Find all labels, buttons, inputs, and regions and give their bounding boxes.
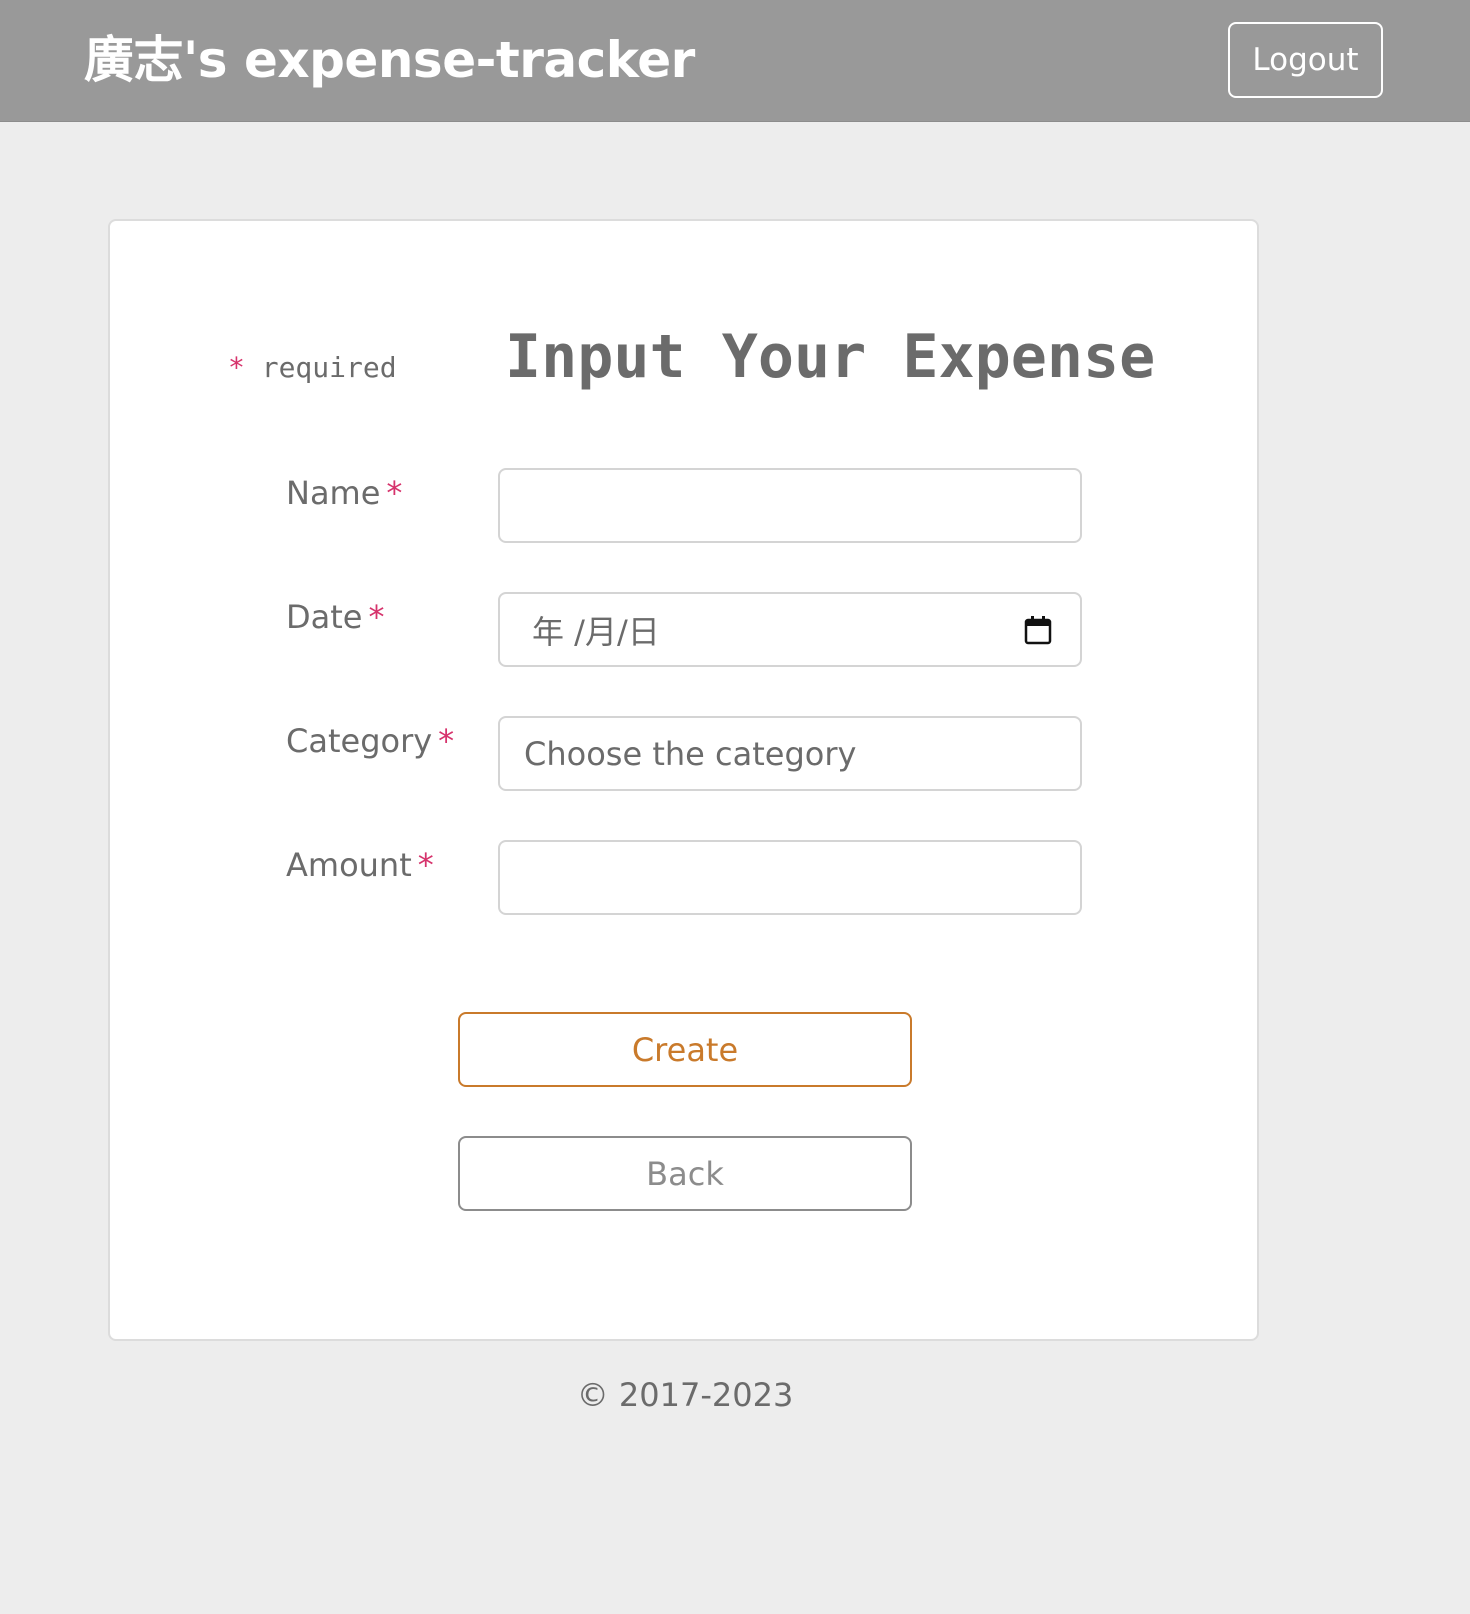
- name-required-mark: *: [386, 474, 403, 512]
- amount-label: Amount *: [286, 845, 434, 885]
- category-select[interactable]: Choose the category: [498, 716, 1082, 791]
- category-label-text: Category: [286, 722, 433, 760]
- required-note: * required: [228, 351, 397, 384]
- name-label: Name *: [286, 473, 402, 513]
- date-label-text: Date: [286, 598, 363, 636]
- form-title: Input Your Expense: [505, 322, 1156, 392]
- category-required-mark: *: [438, 722, 455, 760]
- required-text: required: [261, 351, 397, 384]
- category-label: Category *: [286, 721, 454, 761]
- logout-button[interactable]: Logout: [1228, 22, 1383, 98]
- calendar-icon-glyph: [1024, 615, 1052, 644]
- expense-form-card: * required Input Your Expense Name * Date…: [108, 219, 1259, 1341]
- amount-label-text: Amount: [286, 846, 412, 884]
- name-input[interactable]: [498, 468, 1082, 543]
- required-star: *: [228, 351, 245, 384]
- create-button[interactable]: Create: [458, 1012, 912, 1087]
- calendar-icon[interactable]: [1024, 615, 1052, 645]
- back-button[interactable]: Back: [458, 1136, 912, 1211]
- navbar: 廣志's expense-tracker Logout: [0, 0, 1470, 122]
- category-select-value: Choose the category: [524, 734, 857, 773]
- date-input-value: 年 /月/日: [532, 612, 660, 651]
- date-label: Date *: [286, 597, 384, 637]
- amount-required-mark: *: [417, 846, 434, 884]
- footer-copyright: © 2017-2023: [576, 1376, 794, 1414]
- date-input[interactable]: 年 /月/日: [498, 592, 1082, 667]
- brand-title[interactable]: 廣志's expense-tracker: [84, 28, 695, 92]
- amount-input[interactable]: [498, 840, 1082, 915]
- name-label-text: Name: [286, 474, 381, 512]
- date-required-mark: *: [368, 598, 385, 636]
